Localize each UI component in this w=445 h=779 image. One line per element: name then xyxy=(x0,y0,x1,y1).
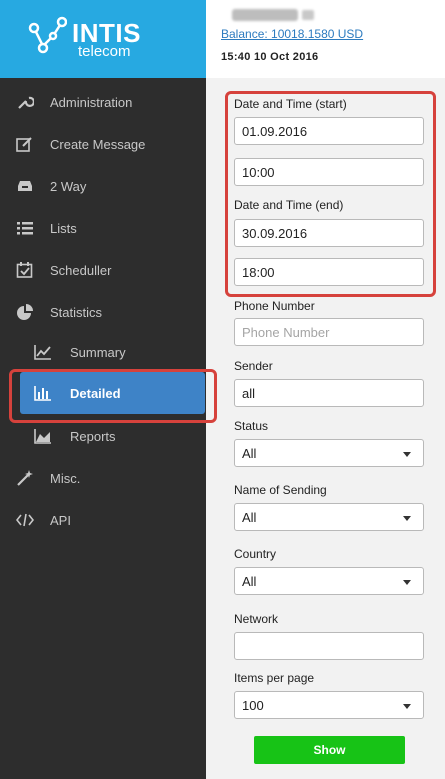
sidebar-item-label: 2 Way xyxy=(50,179,87,194)
sidebar-item-reports[interactable]: Reports xyxy=(0,417,206,455)
brand-logo[interactable]: INTIS telecom xyxy=(0,0,206,78)
chevron-down-icon xyxy=(403,516,411,521)
code-icon xyxy=(16,513,34,527)
inbox-icon xyxy=(18,181,32,191)
balance-link[interactable]: Balance: 10018.1580 USD xyxy=(221,27,363,41)
end-date-input[interactable]: 30.09.2016 xyxy=(234,219,424,247)
sidebar-item-label: Create Message xyxy=(50,137,146,152)
sidebar-item-summary[interactable]: Summary xyxy=(0,333,206,371)
country-select[interactable]: All xyxy=(234,567,424,595)
items-per-page-select[interactable]: 100 xyxy=(234,691,424,719)
sidebar-item-scheduller[interactable]: Scheduller xyxy=(0,251,206,289)
sidebar: INTIS telecom Administration Create Mess… xyxy=(0,0,217,779)
network-input[interactable] xyxy=(234,632,424,660)
chevron-down-icon xyxy=(403,452,411,457)
area-chart-icon xyxy=(34,429,51,444)
sidebar-item-2-way[interactable]: 2 Way xyxy=(0,167,206,205)
start-date-input[interactable]: 01.09.2016 xyxy=(234,117,424,145)
sidebar-item-label: Summary xyxy=(70,345,126,360)
items-per-page-label: Items per page xyxy=(234,671,315,685)
sidebar-item-administration[interactable]: Administration xyxy=(0,83,206,121)
name-of-sending-select[interactable]: All xyxy=(234,503,424,531)
sidebar-item-lists[interactable]: Lists xyxy=(0,209,206,247)
chevron-down-icon xyxy=(403,580,411,585)
sidebar-item-label: Misc. xyxy=(50,471,81,486)
current-datetime: 15:40 10 Oct 2016 xyxy=(221,51,319,63)
country-label: Country xyxy=(234,547,277,561)
phone-number-label: Phone Number xyxy=(234,299,315,313)
start-datetime-label: Date and Time (start) xyxy=(234,97,347,111)
country-select-value: All xyxy=(242,574,257,589)
sidebar-item-api[interactable]: API xyxy=(0,501,206,539)
status-label: Status xyxy=(234,419,269,433)
highlight-outline xyxy=(9,369,217,423)
line-chart-icon xyxy=(34,345,51,360)
sender-input[interactable]: all xyxy=(234,379,424,407)
end-datetime-label: Date and Time (end) xyxy=(234,198,344,212)
list-icon xyxy=(17,222,33,235)
end-time-input[interactable]: 18:00 xyxy=(234,258,424,286)
sidebar-item-statistics[interactable]: Statistics xyxy=(0,293,206,331)
user-name-redacted-tail xyxy=(302,10,314,20)
sidebar-item-label: Statistics xyxy=(50,305,103,320)
calendar-icon xyxy=(16,262,33,278)
sidebar-item-create-message[interactable]: Create Message xyxy=(0,125,206,163)
network-label: Network xyxy=(234,612,279,626)
user-name-redacted xyxy=(232,9,298,21)
show-button[interactable]: Show xyxy=(254,736,405,764)
edit-icon xyxy=(16,137,32,152)
status-select[interactable]: All xyxy=(234,439,424,467)
sidebar-item-misc[interactable]: Misc. xyxy=(0,459,206,497)
items-per-page-value: 100 xyxy=(242,698,264,713)
sidebar-item-label: API xyxy=(50,513,71,528)
magic-wand-icon xyxy=(17,470,33,486)
sidebar-item-label: Administration xyxy=(50,95,133,110)
chevron-down-icon xyxy=(403,704,411,709)
logo-icon xyxy=(28,16,67,54)
phone-number-input[interactable]: Phone Number xyxy=(234,318,424,346)
sidebar-item-label: Scheduller xyxy=(50,263,112,278)
name-of-sending-label: Name of Sending xyxy=(234,483,327,497)
sidebar-item-label: Reports xyxy=(70,429,116,444)
sidebar-item-label: Lists xyxy=(50,221,77,236)
status-select-value: All xyxy=(242,446,257,461)
start-time-input[interactable]: 10:00 xyxy=(234,158,424,186)
name-of-sending-value: All xyxy=(242,510,257,525)
pie-chart-icon xyxy=(17,304,33,320)
sender-label: Sender xyxy=(234,359,273,373)
brand-subtitle: telecom xyxy=(78,43,131,60)
wrench-icon xyxy=(18,96,34,109)
